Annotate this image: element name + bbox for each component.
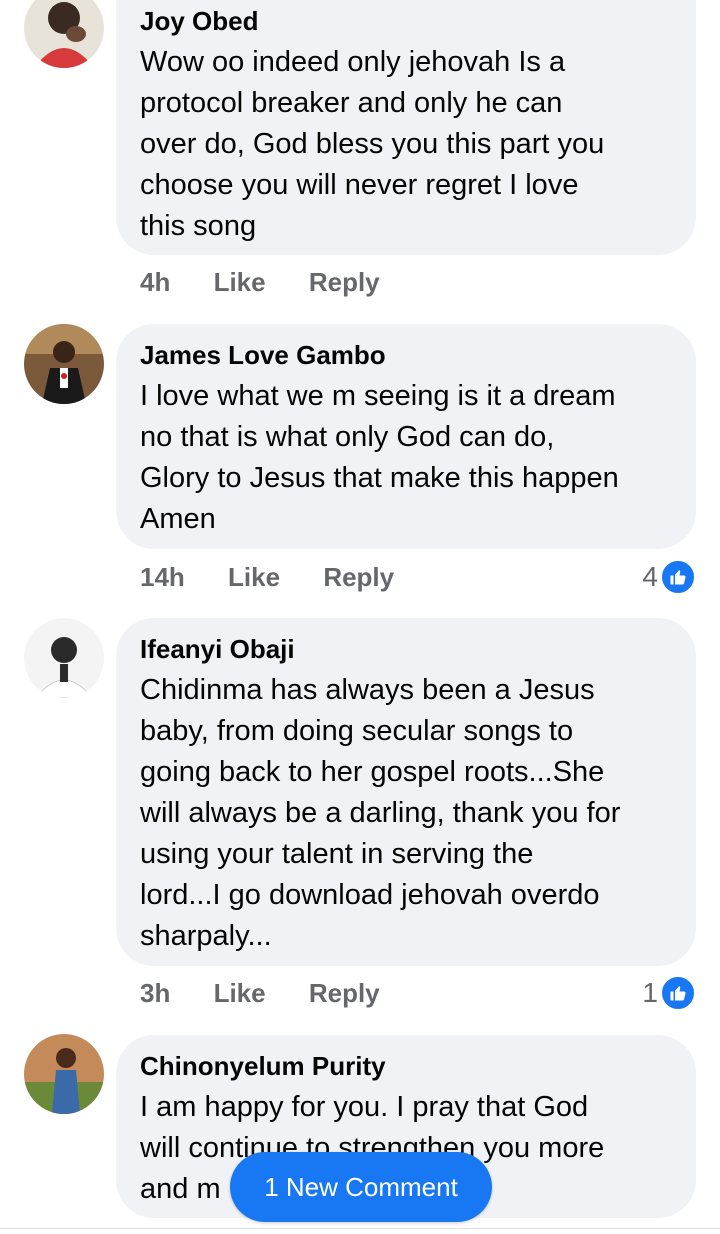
comment-text: Wow oo indeed only jehovah Is a protocol… [140, 46, 605, 242]
comment-time[interactable]: 3h [140, 978, 170, 1008]
comment-actions: 3h Like Reply [140, 976, 416, 1010]
avatar-photo-icon [24, 0, 104, 68]
reaction-count: 4 [642, 561, 658, 592]
comment-author[interactable]: James Love Gambo [140, 340, 672, 370]
avatar[interactable] [24, 1034, 104, 1114]
like-button[interactable]: Like [228, 562, 280, 592]
avatar-photo-icon [24, 324, 104, 404]
reaction-summary[interactable]: 4 [642, 559, 696, 595]
comment-actions: 4h Like Reply [140, 265, 416, 299]
comment-feed: Joy Obed Wow oo indeed only jehovah Is a… [0, 0, 720, 1234]
comment-text: I love what we m seeing is it a dream no… [140, 380, 619, 535]
avatar-photo-icon [24, 1034, 104, 1114]
avatar-photo-icon [24, 618, 104, 698]
reply-button[interactable]: Reply [309, 978, 380, 1008]
avatar[interactable] [24, 618, 104, 698]
comment-time[interactable]: 14h [140, 562, 185, 592]
comment-text: Chidinma has always been a Jesus baby, f… [140, 674, 621, 952]
comment-bubble: Ifeanyi Obaji Chidinma has always been a… [116, 618, 696, 966]
comment-bubble: Joy Obed Wow oo indeed only jehovah Is a… [116, 0, 696, 255]
bottom-divider [0, 1228, 720, 1234]
reply-button[interactable]: Reply [323, 562, 394, 592]
like-button[interactable]: Like [214, 978, 266, 1008]
new-comment-button[interactable]: 1 New Comment [230, 1152, 492, 1222]
comment-author[interactable]: Joy Obed [140, 6, 672, 36]
comment-bubble: James Love Gambo I love what we m seeing… [116, 324, 696, 549]
avatar[interactable] [24, 324, 104, 404]
thumbs-up-icon [660, 975, 696, 1011]
avatar[interactable] [24, 0, 104, 68]
comment-author[interactable]: Chinonyelum Purity [140, 1051, 672, 1081]
like-button[interactable]: Like [214, 267, 266, 297]
comment-author[interactable]: Ifeanyi Obaji [140, 634, 672, 664]
comment-time[interactable]: 4h [140, 267, 170, 297]
reaction-count: 1 [642, 977, 658, 1008]
thumbs-up-icon [660, 559, 696, 595]
reply-button[interactable]: Reply [309, 267, 380, 297]
reaction-summary[interactable]: 1 [642, 975, 696, 1011]
comment-actions: 14h Like Reply [140, 560, 430, 594]
